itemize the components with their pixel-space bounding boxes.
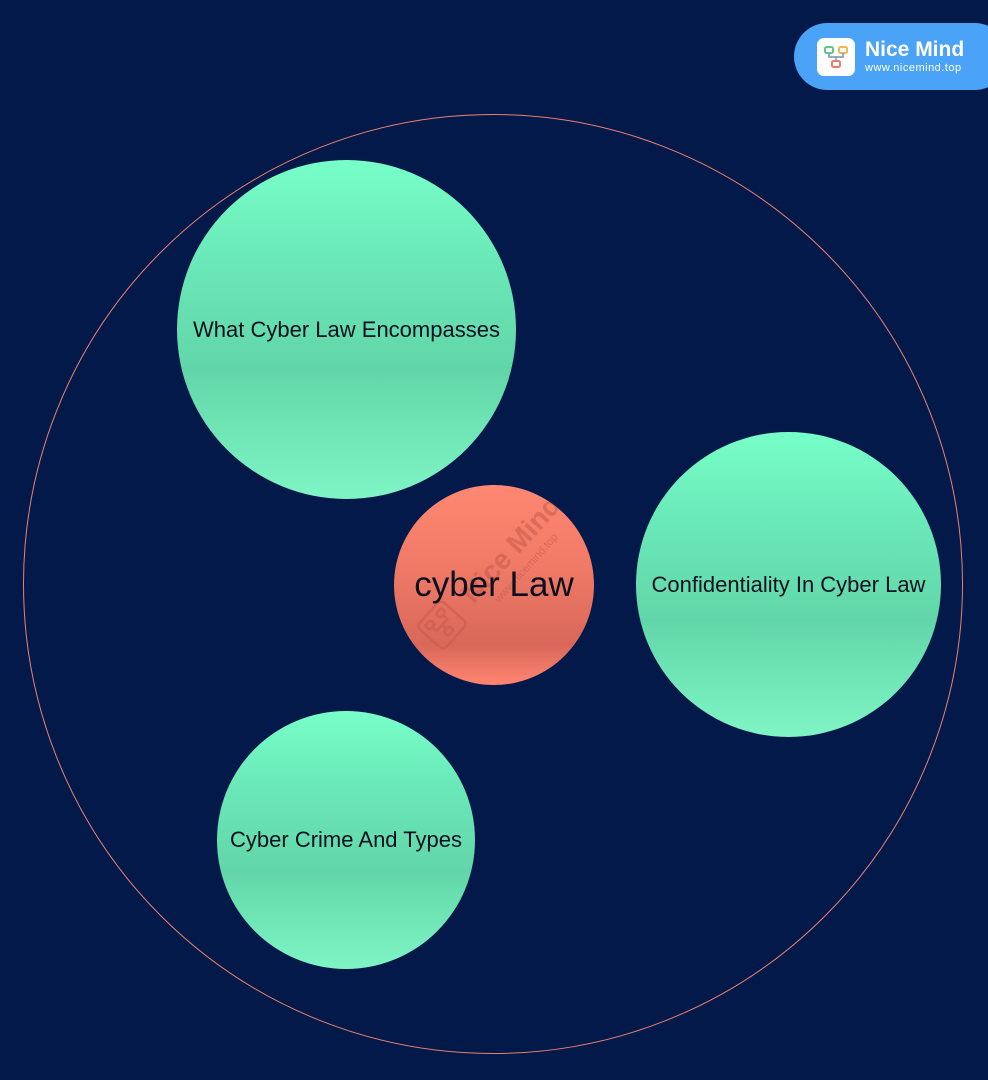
mindmap-logo-icon [817, 37, 855, 76]
brand-url: www.nicemind.top [865, 62, 962, 74]
topic-label: Cyber Crime And Types [230, 827, 462, 852]
mind-map-canvas: What Cyber Law Encompasses Confidentiali… [0, 0, 988, 1080]
watermark-logo-icon [417, 600, 467, 650]
topic-label: Confidentiality In Cyber Law [651, 571, 926, 597]
topic-node-confidentiality[interactable]: Confidentiality In Cyber Law [636, 432, 941, 737]
brand-title: Nice Mind [865, 38, 965, 61]
brand-badge[interactable]: Nice Mind www.nicemind.top [794, 23, 988, 90]
central-node[interactable]: Nice Mind www.nicemind.top cyber Law [394, 485, 594, 685]
topic-label: What Cyber Law Encompasses [193, 316, 500, 342]
central-node-label: cyber Law [414, 565, 574, 604]
topic-node-encompasses[interactable]: What Cyber Law Encompasses [177, 160, 516, 499]
topic-node-crime[interactable]: Cyber Crime And Types [217, 711, 475, 969]
